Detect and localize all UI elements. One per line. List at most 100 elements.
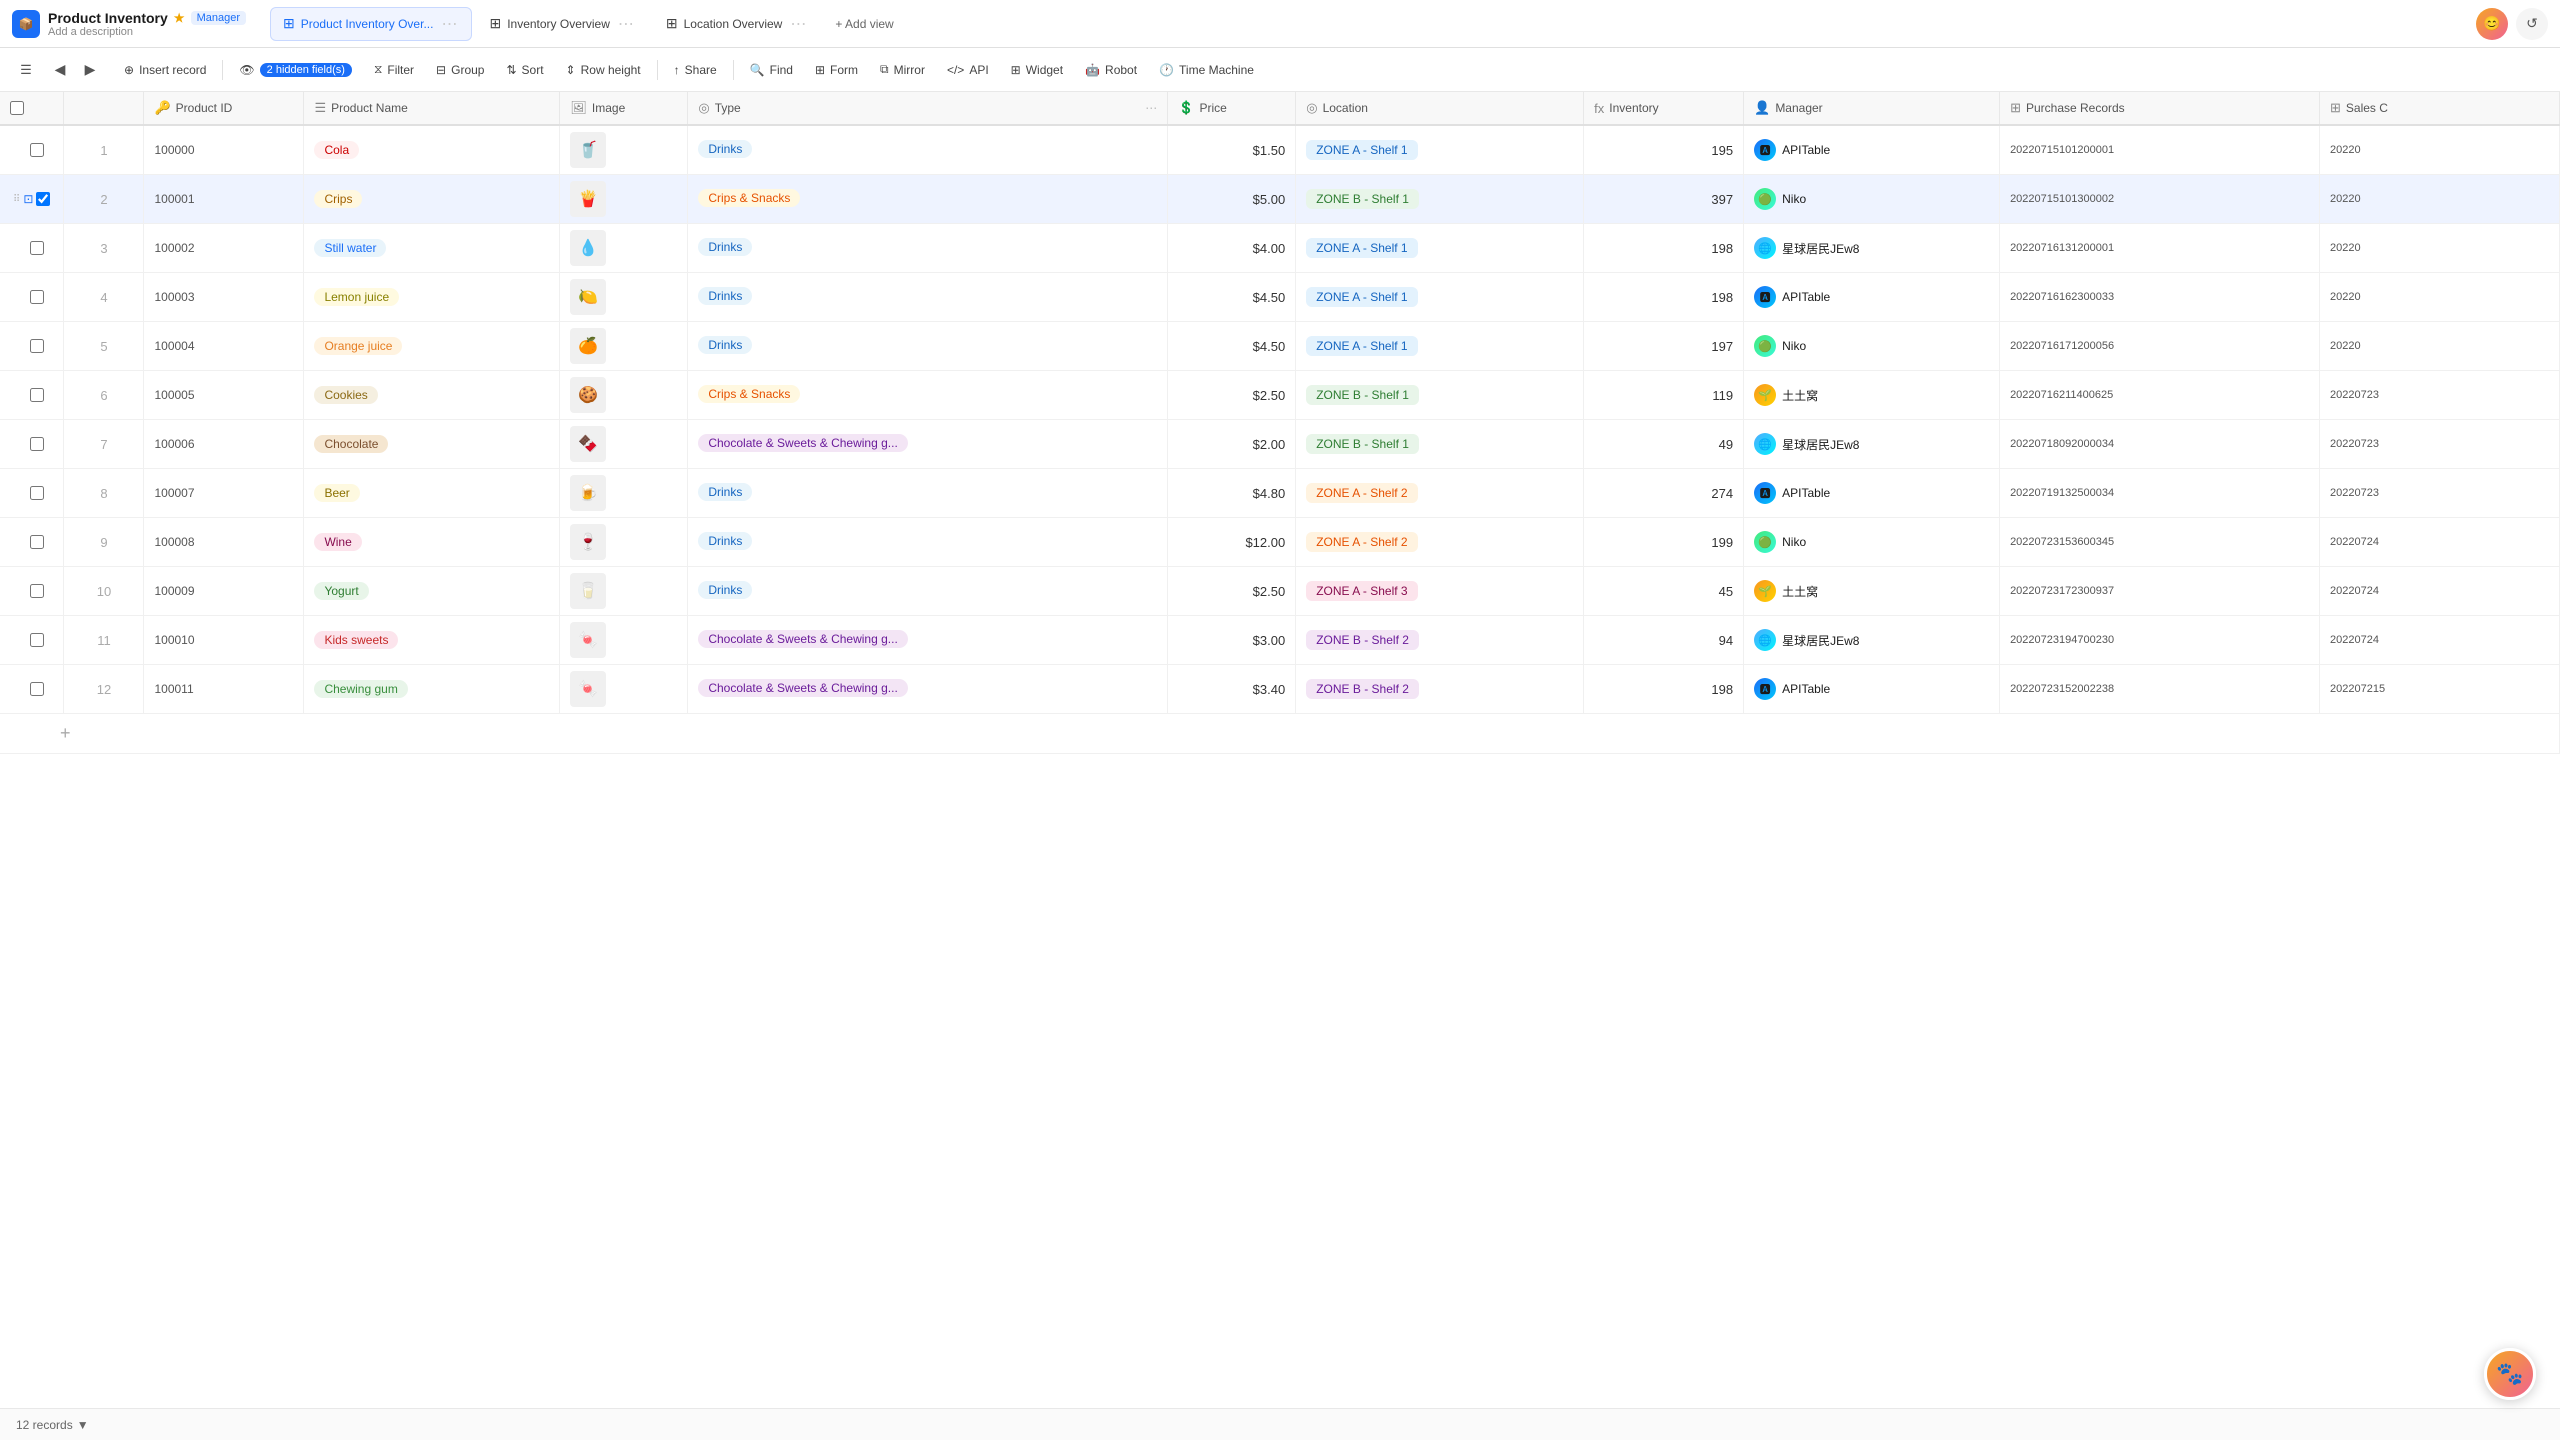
row-type-100006[interactable]: Chocolate & Sweets & Chewing g... xyxy=(688,420,1168,469)
row-manager-100009[interactable]: 🌱 土土窝 xyxy=(1744,567,2000,616)
row-image-100004[interactable]: 🍊 xyxy=(560,322,688,371)
row-type-100010[interactable]: Chocolate & Sweets & Chewing g... xyxy=(688,616,1168,665)
table-row[interactable]: ⠿ 1 100000 Cola 🥤 Drinks $1.50 ZONE A - … xyxy=(0,125,2560,175)
row-checkbox-100003[interactable] xyxy=(30,290,44,304)
row-image-100011[interactable]: 🍬 xyxy=(560,665,688,714)
row-location-100011[interactable]: ZONE B - Shelf 2 xyxy=(1296,665,1584,714)
row-checkbox-100000[interactable] xyxy=(30,143,44,157)
row-location-100004[interactable]: ZONE A - Shelf 1 xyxy=(1296,322,1584,371)
add-row[interactable]: + xyxy=(0,714,2560,754)
row-type-100005[interactable]: Crips & Snacks xyxy=(688,371,1168,420)
col-header-purchase[interactable]: ⊞ Purchase Records xyxy=(2000,92,2320,125)
row-manager-100001[interactable]: 🟢 Niko xyxy=(1744,175,2000,224)
col-header-manager[interactable]: 👤 Manager xyxy=(1744,92,2000,125)
row-checkbox-cell[interactable]: ⠿ xyxy=(0,469,64,518)
table-row[interactable]: ⠿ 5 100004 Orange juice 🍊 Drinks $4.50 Z… xyxy=(0,322,2560,371)
row-product-name-100004[interactable]: Orange juice xyxy=(304,322,560,371)
row-location-100008[interactable]: ZONE A - Shelf 2 xyxy=(1296,518,1584,567)
row-location-100007[interactable]: ZONE A - Shelf 2 xyxy=(1296,469,1584,518)
mirror-btn[interactable]: ⧉ Mirror xyxy=(870,57,935,82)
row-checkbox-cell[interactable]: ⠿ xyxy=(0,273,64,322)
row-image-100006[interactable]: 🍫 xyxy=(560,420,688,469)
row-checkbox-100008[interactable] xyxy=(30,535,44,549)
select-all-checkbox[interactable] xyxy=(10,101,24,115)
row-checkbox-cell[interactable]: ⠿ xyxy=(0,322,64,371)
hidden-fields-btn[interactable]: 👁 2 hidden field(s) xyxy=(229,58,362,82)
back-forward-btn[interactable]: ↺ xyxy=(2516,8,2548,40)
row-image-100005[interactable]: 🍪 xyxy=(560,371,688,420)
row-image-100000[interactable]: 🥤 xyxy=(560,125,688,175)
table-row[interactable]: ⠿ ⊡ 2 100001 Crips 🍟 Crips & Snacks $5.0… xyxy=(0,175,2560,224)
robot-btn[interactable]: 🤖 Robot xyxy=(1075,58,1147,82)
row-checkbox-cell[interactable]: ⠿ xyxy=(0,420,64,469)
row-type-100007[interactable]: Drinks xyxy=(688,469,1168,518)
records-arrow[interactable]: ▼ xyxy=(77,1418,89,1432)
table-row[interactable]: ⠿ 7 100006 Chocolate 🍫 Chocolate & Sweet… xyxy=(0,420,2560,469)
table-row[interactable]: ⠿ 3 100002 Still water 💧 Drinks $4.00 ZO… xyxy=(0,224,2560,273)
row-location-100000[interactable]: ZONE A - Shelf 1 xyxy=(1296,125,1584,175)
table-row[interactable]: ⠿ 8 100007 Beer 🍺 Drinks $4.80 ZONE A - … xyxy=(0,469,2560,518)
row-product-name-100003[interactable]: Lemon juice xyxy=(304,273,560,322)
row-product-name-100007[interactable]: Beer xyxy=(304,469,560,518)
row-product-name-100006[interactable]: Chocolate xyxy=(304,420,560,469)
row-type-100011[interactable]: Chocolate & Sweets & Chewing g... xyxy=(688,665,1168,714)
row-manager-100000[interactable]: 🅰 APITable xyxy=(1744,125,2000,175)
row-product-name-100005[interactable]: Cookies xyxy=(304,371,560,420)
bottom-right-avatar[interactable]: 🐾 xyxy=(2484,1348,2536,1400)
row-checkbox-cell[interactable]: ⠿ ⊡ xyxy=(0,175,64,224)
row-checkbox-cell[interactable]: ⠿ xyxy=(0,616,64,665)
row-image-100010[interactable]: 🍬 xyxy=(560,616,688,665)
row-manager-100006[interactable]: 🌐 星球居民JEw8 xyxy=(1744,420,2000,469)
insert-record-btn[interactable]: ⊕ Insert record xyxy=(114,58,216,82)
user-avatar[interactable]: 😊 xyxy=(2476,8,2508,40)
row-checkbox-cell[interactable]: ⠿ xyxy=(0,371,64,420)
col-header-sales[interactable]: ⊞ Sales C xyxy=(2320,92,2560,125)
row-checkbox-cell[interactable]: ⠿ xyxy=(0,518,64,567)
star-icon[interactable]: ★ xyxy=(174,11,185,25)
row-checkbox-cell[interactable]: ⠿ xyxy=(0,567,64,616)
row-checkbox-100010[interactable] xyxy=(30,633,44,647)
row-checkbox-100007[interactable] xyxy=(30,486,44,500)
row-image-100003[interactable]: 🍋 xyxy=(560,273,688,322)
tab-location-overview[interactable]: ⊞ Location Overview ⋯ xyxy=(653,7,821,41)
row-image-100007[interactable]: 🍺 xyxy=(560,469,688,518)
row-type-100009[interactable]: Drinks xyxy=(688,567,1168,616)
row-checkbox-100009[interactable] xyxy=(30,584,44,598)
row-product-name-100008[interactable]: Wine xyxy=(304,518,560,567)
row-image-100008[interactable]: 🍷 xyxy=(560,518,688,567)
row-manager-100002[interactable]: 🌐 星球居民JEw8 xyxy=(1744,224,2000,273)
time-machine-btn[interactable]: 🕐 Time Machine xyxy=(1149,58,1264,82)
group-btn[interactable]: ⊟ Group xyxy=(426,58,494,82)
nav-back-btn[interactable]: ◀ xyxy=(46,56,74,84)
col-header-product-id[interactable]: 🔑 Product ID xyxy=(144,92,304,125)
sidebar-toggle[interactable]: ☰ xyxy=(12,56,40,84)
sort-btn[interactable]: ⇅ Sort xyxy=(496,58,553,82)
nav-forward-btn[interactable]: ▶ xyxy=(76,56,104,84)
add-view-button[interactable]: + Add view xyxy=(825,11,903,37)
col-header-checkbox[interactable] xyxy=(0,92,64,125)
row-product-name-100001[interactable]: Crips xyxy=(304,175,560,224)
row-checkbox-cell[interactable]: ⠿ xyxy=(0,224,64,273)
col-header-type[interactable]: ◎ Type ⋯ xyxy=(688,92,1168,125)
row-checkbox-100004[interactable] xyxy=(30,339,44,353)
row-image-100009[interactable]: 🥛 xyxy=(560,567,688,616)
table-row[interactable]: ⠿ 10 100009 Yogurt 🥛 Drinks $2.50 ZONE A… xyxy=(0,567,2560,616)
table-row[interactable]: ⠿ 4 100003 Lemon juice 🍋 Drinks $4.50 ZO… xyxy=(0,273,2560,322)
add-row-cell[interactable]: + xyxy=(0,714,2560,754)
row-checkbox-cell[interactable]: ⠿ xyxy=(0,665,64,714)
row-manager-100003[interactable]: 🅰 APITable xyxy=(1744,273,2000,322)
row-location-100002[interactable]: ZONE A - Shelf 1 xyxy=(1296,224,1584,273)
table-row[interactable]: ⠿ 11 100010 Kids sweets 🍬 Chocolate & Sw… xyxy=(0,616,2560,665)
table-row[interactable]: ⠿ 9 100008 Wine 🍷 Drinks $12.00 ZONE A -… xyxy=(0,518,2560,567)
row-location-100006[interactable]: ZONE B - Shelf 1 xyxy=(1296,420,1584,469)
tab-product-inventory[interactable]: ⊞ Product Inventory Over... ⋯ xyxy=(270,7,472,41)
row-image-100001[interactable]: 🍟 xyxy=(560,175,688,224)
row-manager-100011[interactable]: 🅰 APITable xyxy=(1744,665,2000,714)
row-manager-100007[interactable]: 🅰 APITable xyxy=(1744,469,2000,518)
app-subtitle[interactable]: Add a description xyxy=(48,26,246,38)
row-manager-100004[interactable]: 🟢 Niko xyxy=(1744,322,2000,371)
tab-inventory-overview[interactable]: ⊞ Inventory Overview ⋯ xyxy=(476,7,648,41)
row-checkbox-cell[interactable]: ⠿ xyxy=(0,125,64,175)
col-header-product-name[interactable]: ☰ Product Name xyxy=(304,92,560,125)
row-image-100002[interactable]: 💧 xyxy=(560,224,688,273)
